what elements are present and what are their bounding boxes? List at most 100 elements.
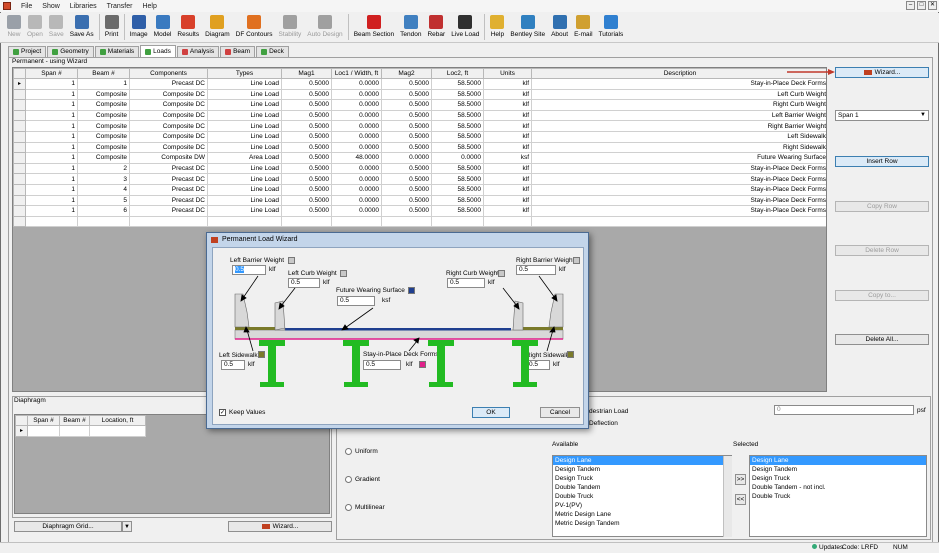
- table-cell[interactable]: 0.5000: [381, 130, 432, 143]
- diaphragm-grid-dropdown[interactable]: ▼: [122, 521, 132, 532]
- table-cell[interactable]: [25, 215, 78, 228]
- table-cell[interactable]: [89, 425, 146, 437]
- toolbar-contours-button[interactable]: DF Contours: [233, 13, 276, 42]
- table-cell[interactable]: [331, 215, 382, 228]
- table-row[interactable]: 1 3 Precast DC Line Load 0.5000 0.0000 0.5000 5…: [13, 173, 826, 185]
- table-cell[interactable]: Precast DC: [129, 78, 208, 90]
- tab-geometry[interactable]: Geometry: [47, 46, 94, 57]
- menu-libraries[interactable]: Libraries: [70, 3, 97, 10]
- toolbar-print-button[interactable]: Print: [102, 13, 122, 42]
- available-scrollbar[interactable]: [723, 456, 732, 537]
- table-cell[interactable]: 0.5000: [381, 183, 432, 196]
- table-row-empty[interactable]: [13, 215, 826, 228]
- delete-row-button[interactable]: Delete Row: [835, 245, 929, 256]
- table-cell[interactable]: Stay-in-Place Deck Forms: [531, 162, 826, 175]
- table-cell[interactable]: Line Load: [207, 78, 282, 90]
- table-cell[interactable]: 1: [25, 141, 78, 154]
- table-cell[interactable]: Precast DC: [129, 194, 208, 207]
- toolbar-rebar-button[interactable]: Rebar: [424, 13, 448, 42]
- table-cell[interactable]: 1: [25, 99, 78, 111]
- toolbar-beam-section-button[interactable]: Beam Section: [351, 13, 397, 42]
- table-cell[interactable]: 0.5000: [381, 120, 432, 132]
- ok-button[interactable]: OK: [472, 407, 510, 418]
- selected-list[interactable]: Design Lane Design Tandem Design Truck Doub…: [749, 455, 927, 537]
- table-cell[interactable]: Composite DW: [129, 152, 208, 164]
- table-cell[interactable]: Stay-in-Place Deck Forms: [531, 194, 826, 207]
- toolbar-globe-button[interactable]: Bentley Site: [507, 13, 548, 42]
- table-row[interactable]: 1 4 Precast DC Line Load 0.5000 0.0000 0.5000 5…: [13, 183, 826, 196]
- table-cell[interactable]: 58.5000: [431, 183, 484, 196]
- list-item[interactable]: Design Truck: [750, 474, 926, 483]
- maximize-button[interactable]: □: [917, 1, 926, 10]
- table-row[interactable]: 1 Composite Composite DW Area Load 0.5000 48.…: [13, 152, 826, 164]
- table-cell[interactable]: 1: [25, 162, 78, 175]
- table-cell[interactable]: 1: [77, 78, 130, 90]
- table-cell[interactable]: 3: [77, 173, 130, 185]
- toolbar-results-button[interactable]: Results: [174, 13, 202, 42]
- wizard-button[interactable]: Wizard...: [835, 67, 929, 78]
- remove-vehicle-button[interactable]: <<: [735, 494, 746, 505]
- table-cell[interactable]: 0.5000: [281, 120, 332, 132]
- table-cell[interactable]: 2: [77, 162, 130, 175]
- tab-beam[interactable]: Beam: [220, 46, 256, 57]
- toolbar-model-button[interactable]: Model: [151, 13, 175, 42]
- table-cell[interactable]: 58.5000: [431, 99, 484, 111]
- table-cell[interactable]: 0.5000: [281, 88, 332, 101]
- table-cell[interactable]: Composite DC: [129, 109, 208, 122]
- table-cell[interactable]: Right Sidewalk: [531, 141, 826, 154]
- diaphragm-grid-button[interactable]: Diaphragm Grid...: [14, 521, 122, 532]
- table-cell[interactable]: Composite: [77, 120, 130, 132]
- table-cell[interactable]: 0.0000: [331, 99, 382, 111]
- table-cell[interactable]: Composite DC: [129, 130, 208, 143]
- copy-row-button[interactable]: Copy Row: [835, 201, 929, 212]
- table-cell[interactable]: 58.5000: [431, 173, 484, 185]
- table-cell[interactable]: Stay-in-Place Deck Forms: [531, 78, 826, 90]
- table-cell[interactable]: Line Load: [207, 162, 282, 175]
- table-cell[interactable]: Line Load: [207, 194, 282, 207]
- table-cell[interactable]: klf: [483, 99, 532, 111]
- table-cell[interactable]: 1: [25, 109, 78, 122]
- table-cell[interactable]: Line Load: [207, 109, 282, 122]
- table-cell[interactable]: 0.0000: [331, 173, 382, 185]
- table-cell[interactable]: [77, 215, 130, 228]
- table-cell[interactable]: 0.5000: [381, 205, 432, 217]
- table-cell[interactable]: [531, 215, 826, 228]
- table-cell[interactable]: 0.5000: [381, 78, 432, 90]
- table-cell[interactable]: 58.5000: [431, 162, 484, 175]
- table-cell[interactable]: Composite: [77, 130, 130, 143]
- delete-all-button[interactable]: Delete All...: [835, 334, 929, 345]
- pedestrian-load-input[interactable]: 0: [774, 405, 914, 415]
- toolbar-about-button[interactable]: About: [548, 13, 571, 42]
- table-cell[interactable]: Line Load: [207, 205, 282, 217]
- table-cell[interactable]: 58.5000: [431, 205, 484, 217]
- table-cell[interactable]: [483, 215, 532, 228]
- table-cell[interactable]: Left Curb Weight: [531, 88, 826, 101]
- table-row[interactable]: 1 Composite Composite DC Line Load 0.5000 0.0…: [13, 130, 826, 143]
- toolbar-help-button[interactable]: Help: [487, 13, 507, 42]
- table-cell[interactable]: 0.5000: [381, 173, 432, 185]
- menu-transfer[interactable]: Transfer: [107, 3, 133, 10]
- table-cell[interactable]: 58.5000: [431, 78, 484, 90]
- table-cell[interactable]: 1: [25, 130, 78, 143]
- table-cell[interactable]: Composite DC: [129, 141, 208, 154]
- table-cell[interactable]: Right Curb Weight: [531, 99, 826, 111]
- table-cell[interactable]: Left Barrier Weight: [531, 109, 826, 122]
- table-cell[interactable]: 58.5000: [431, 141, 484, 154]
- table-cell[interactable]: 58.5000: [431, 88, 484, 101]
- table-cell[interactable]: Precast DC: [129, 183, 208, 196]
- list-item[interactable]: Design Tandem: [750, 465, 926, 474]
- table-cell[interactable]: 0.5000: [381, 88, 432, 101]
- table-cell[interactable]: Composite: [77, 99, 130, 111]
- table-cell[interactable]: Precast DC: [129, 162, 208, 175]
- table-cell[interactable]: [207, 215, 282, 228]
- table-cell[interactable]: 0.0000: [331, 78, 382, 90]
- table-cell[interactable]: 0.5000: [281, 130, 332, 143]
- table-cell[interactable]: Composite: [77, 88, 130, 101]
- table-cell[interactable]: klf: [483, 78, 532, 90]
- list-item[interactable]: Design Tandem: [553, 465, 731, 474]
- insert-row-button[interactable]: Insert Row: [835, 156, 929, 167]
- table-cell[interactable]: 1: [25, 183, 78, 196]
- table-cell[interactable]: klf: [483, 109, 532, 122]
- table-cell[interactable]: 0.0000: [331, 120, 382, 132]
- table-row[interactable]: 1 Composite Composite DC Line Load 0.5000 0.0…: [13, 120, 826, 132]
